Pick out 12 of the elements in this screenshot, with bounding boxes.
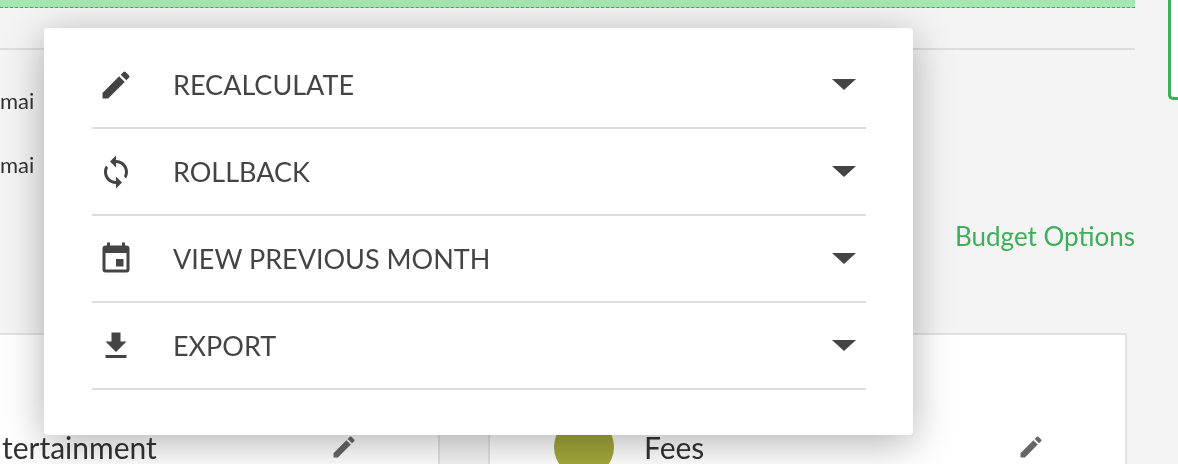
caret-icon: [832, 253, 856, 264]
caret-icon: [832, 166, 856, 177]
menu-item[interactable]: EXPORT: [92, 303, 866, 390]
menu-item[interactable]: ROLLBACK: [92, 129, 866, 216]
menu-item[interactable]: VIEW PREVIOUS MONTH: [92, 216, 866, 303]
row-label: mai: [0, 152, 35, 178]
category-title: tertainment: [2, 431, 158, 463]
row-label: mai: [0, 88, 35, 114]
caret-icon: [832, 79, 856, 90]
category-title: Fees: [644, 431, 706, 463]
menu-item[interactable]: RECALCULATE: [92, 42, 866, 129]
caret-icon: [832, 340, 856, 351]
